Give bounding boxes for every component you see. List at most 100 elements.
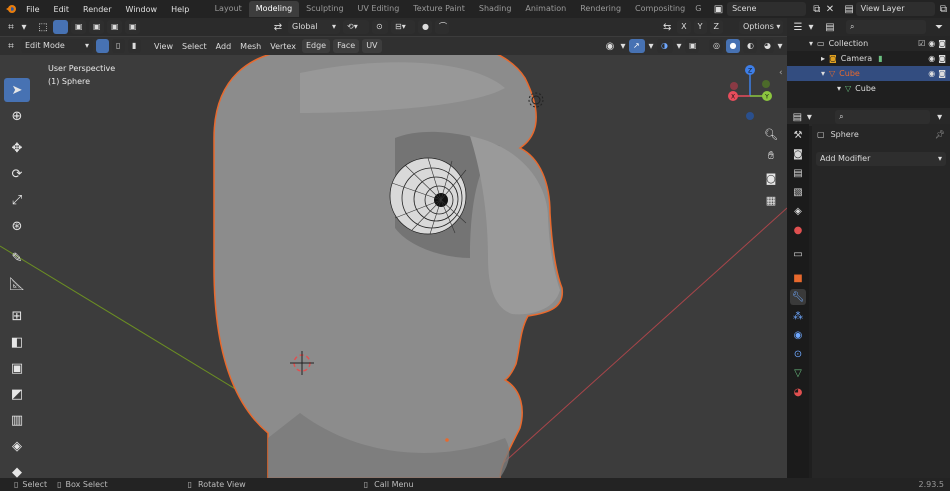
tab-compositing[interactable]: Compositing bbox=[628, 1, 692, 17]
tab-modeling[interactable]: Modeling bbox=[248, 1, 300, 17]
add-modifier-dropdown[interactable]: Add Modifier ▾ bbox=[816, 152, 946, 166]
properties-editor-icon[interactable]: ▤ bbox=[791, 110, 804, 124]
camera-view-icon[interactable]: ◙ bbox=[760, 168, 782, 188]
proportional-dropdown[interactable]: ⌒ bbox=[435, 20, 449, 34]
chevron-down-icon[interactable]: ▾ bbox=[933, 110, 946, 124]
view-layer-icon[interactable]: ▤ bbox=[843, 2, 856, 16]
modifier-tab-icon[interactable]: 🔧︎ bbox=[790, 289, 806, 305]
properties-search-input[interactable]: ⌕ bbox=[835, 110, 931, 124]
filter-icon[interactable]: ⏷ bbox=[932, 20, 946, 34]
scale-tool-icon[interactable]: ⤢ bbox=[4, 188, 30, 212]
menu-select[interactable]: Select bbox=[179, 42, 210, 51]
collection-tab-icon[interactable]: ▭ bbox=[790, 246, 806, 262]
select-box-tool-icon[interactable]: ➤ bbox=[4, 78, 30, 102]
view-layer-tab-icon[interactable]: ▧ bbox=[790, 184, 806, 200]
menu-window[interactable]: Window bbox=[119, 5, 165, 14]
navigation-gizmo[interactable]: Z Y X bbox=[722, 62, 778, 124]
edge-select-mode-button[interactable]: ▯ bbox=[112, 39, 125, 53]
menu-file[interactable]: File bbox=[19, 5, 46, 14]
tab-more[interactable]: G bbox=[692, 1, 704, 17]
options-dropdown[interactable]: Options ▾ bbox=[739, 20, 783, 34]
remove-scene-icon[interactable]: ✕ bbox=[823, 2, 836, 16]
scene-icon[interactable]: ▣ bbox=[712, 2, 725, 16]
snap-toggle[interactable]: ⊙ bbox=[372, 20, 388, 34]
tab-rendering[interactable]: Rendering bbox=[573, 1, 628, 17]
chevron-down-icon[interactable]: ▾ bbox=[809, 39, 813, 48]
display-mode-icon[interactable]: ▤ bbox=[823, 20, 837, 34]
mirror-x-toggle[interactable]: X bbox=[677, 20, 691, 34]
menu-edge[interactable]: Edge bbox=[301, 39, 331, 53]
outliner-editor-icon[interactable]: ☰ bbox=[791, 20, 805, 34]
select-mode-extend-button[interactable]: ▣ bbox=[71, 20, 86, 34]
pan-hand-icon[interactable]: ✋︎ bbox=[760, 146, 782, 166]
camera-render-icon[interactable]: ◙ bbox=[938, 54, 946, 63]
orientation-dropdown[interactable]: Global ▾ bbox=[288, 20, 340, 34]
eye-icon[interactable]: ◉ bbox=[928, 39, 935, 48]
select-mode-subtract-button[interactable]: ▣ bbox=[89, 20, 104, 34]
chevron-down-icon[interactable]: ▾ bbox=[808, 20, 814, 34]
data-tab-icon[interactable]: ▽ bbox=[790, 365, 806, 381]
annotate-tool-icon[interactable]: ✎ bbox=[4, 246, 30, 270]
rotate-tool-icon[interactable]: ⟳ bbox=[4, 162, 30, 186]
knife-tool-icon[interactable]: ◈ bbox=[4, 434, 30, 458]
cursor-tool-icon[interactable]: ⊕ bbox=[4, 104, 30, 128]
outliner-row-cube-mesh[interactable]: ▾ ▽ Cube bbox=[787, 81, 950, 96]
loop-cut-tool-icon[interactable]: ▥ bbox=[4, 408, 30, 432]
menu-render[interactable]: Render bbox=[76, 5, 118, 14]
sidebar-toggle-icon[interactable]: ‹ bbox=[779, 68, 783, 78]
menu-add[interactable]: Add bbox=[213, 42, 235, 51]
shading-wireframe-button[interactable]: ◎ bbox=[709, 39, 723, 53]
add-cube-tool-icon[interactable]: ⊞ bbox=[4, 304, 30, 328]
proportional-edit-toggle[interactable]: ● bbox=[418, 20, 432, 34]
visibility-eye-icon[interactable]: ◉ bbox=[603, 39, 617, 53]
3d-viewport[interactable]: ⌗ ▾ ⬚ ▣ ▣ ▣ ▣ ⇄ Global ▾ ⟲▾ ⊙ ⊟▾ ● ⌒ ⇆ X … bbox=[0, 18, 787, 478]
outliner-row-cube[interactable]: ▾ ▽ Cube ◉ ◙ bbox=[787, 66, 950, 81]
shading-material-button[interactable]: ◐ bbox=[743, 39, 757, 53]
eye-icon[interactable]: ◉ bbox=[928, 69, 935, 78]
menu-help[interactable]: Help bbox=[164, 5, 196, 14]
select-mode-invert-button[interactable]: ▣ bbox=[107, 20, 122, 34]
chevron-down-icon[interactable]: ▾ bbox=[837, 84, 841, 93]
camera-render-icon[interactable]: ◙ bbox=[938, 69, 946, 78]
shading-solid-button[interactable]: ● bbox=[726, 39, 740, 53]
transform-tool-icon[interactable]: ⊛ bbox=[4, 214, 30, 238]
editor-type-icon[interactable]: ⌗ bbox=[4, 20, 18, 34]
snap-dropdown[interactable]: ⊟▾ bbox=[391, 20, 415, 34]
menu-view[interactable]: View bbox=[151, 42, 176, 51]
tab-shading[interactable]: Shading bbox=[472, 1, 519, 17]
vertex-select-mode-button[interactable] bbox=[96, 39, 109, 53]
constraints-tab-icon[interactable]: ⊙ bbox=[790, 346, 806, 362]
menu-mesh[interactable]: Mesh bbox=[237, 42, 264, 51]
gizmo-toggle[interactable]: ↗ bbox=[629, 39, 645, 53]
mode-dropdown[interactable]: Edit Mode ▾ bbox=[21, 39, 93, 53]
menu-edit[interactable]: Edit bbox=[47, 5, 77, 14]
zoom-icon[interactable]: 🔍︎ bbox=[760, 124, 782, 144]
measure-tool-icon[interactable]: 📐︎ bbox=[4, 272, 30, 296]
tab-sculpting[interactable]: Sculpting bbox=[299, 1, 350, 17]
select-mode-intersect-button[interactable]: ▣ bbox=[125, 20, 140, 34]
extrude-tool-icon[interactable]: ◧ bbox=[4, 330, 30, 354]
copy-view-layer-icon[interactable]: ⧉ bbox=[937, 2, 950, 16]
scene-tab-icon[interactable]: ◈ bbox=[790, 203, 806, 219]
view-layer-field[interactable]: View Layer bbox=[855, 2, 935, 16]
chevron-down-icon[interactable]: ▾ bbox=[21, 20, 27, 34]
mesh-grid-icon[interactable]: ⌗ bbox=[4, 39, 18, 53]
scene-field[interactable]: Scene bbox=[727, 2, 807, 16]
object-tab-icon[interactable]: ■ bbox=[790, 270, 806, 286]
particles-tab-icon[interactable]: ⁂ bbox=[790, 308, 806, 324]
tool-select-icon[interactable]: ⬚ bbox=[36, 20, 50, 34]
world-tab-icon[interactable]: ● bbox=[790, 222, 806, 238]
outliner-row-collection[interactable]: ▾ ▭ Collection ☑ ◉ ◙ bbox=[787, 36, 950, 51]
inset-tool-icon[interactable]: ▣ bbox=[4, 356, 30, 380]
chevron-down-icon[interactable]: ▾ bbox=[676, 39, 682, 53]
render-tab-icon[interactable]: ◙ bbox=[790, 146, 806, 162]
overlays-toggle[interactable]: ◑ bbox=[657, 39, 673, 53]
output-tab-icon[interactable]: ▤ bbox=[790, 165, 806, 181]
chevron-right-icon[interactable]: ▸ bbox=[821, 54, 825, 63]
move-tool-icon[interactable]: ✥ bbox=[4, 136, 30, 160]
material-tab-icon[interactable]: ◕ bbox=[790, 384, 806, 400]
physics-tab-icon[interactable]: ◉ bbox=[790, 327, 806, 343]
camera-render-icon[interactable]: ◙ bbox=[938, 39, 946, 48]
eye-icon[interactable]: ◉ bbox=[928, 54, 935, 63]
pin-icon[interactable]: 📌︎ bbox=[935, 130, 945, 139]
